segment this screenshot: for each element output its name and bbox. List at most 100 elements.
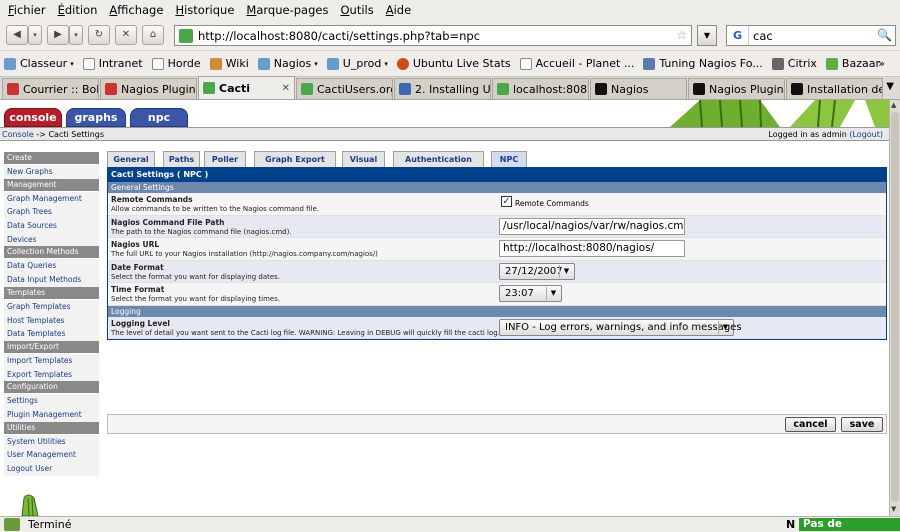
bookmark-tuning-nagios[interactable]: Tuning Nagios Fo...	[643, 57, 763, 70]
sidebar-item-user-management[interactable]: User Management	[4, 448, 99, 462]
browser-tab-active[interactable]: Cacti ✕	[198, 76, 295, 99]
forward-button[interactable]: ▶	[47, 24, 69, 45]
bookmark-ubuntu-live-stats[interactable]: Ubuntu Live Stats	[396, 57, 511, 70]
browser-tab[interactable]: CactiUsers.org	[296, 78, 393, 99]
sidebar-header-import-export: Import/Export	[4, 340, 99, 353]
browser-tab[interactable]: Installation de...	[786, 78, 883, 99]
cacti-sidebar: Create New Graphs Management Graph Manag…	[4, 152, 99, 476]
sidebar-item-graph-management[interactable]: Graph Management	[4, 191, 99, 206]
back-button[interactable]: ◀	[6, 24, 28, 45]
url-bar[interactable]: http://localhost:8080/cacti/settings.php…	[174, 25, 692, 46]
sidebar-item-import-templates[interactable]: Import Templates	[4, 353, 99, 368]
tab-graph-export[interactable]: Graph Export	[254, 151, 336, 167]
bookmark-accueil-planet[interactable]: Accueil - Planet ...	[519, 57, 634, 70]
bookmark-wiki[interactable]: Wiki	[209, 57, 249, 70]
bookmark-horde[interactable]: Horde	[151, 57, 201, 70]
menu-affichage[interactable]: Affichage	[109, 3, 163, 17]
section-general-settings: General Settings	[108, 182, 886, 193]
menu-aide[interactable]: Aide	[386, 3, 411, 17]
mail-icon	[82, 57, 95, 70]
logout-link[interactable]: (Logout)	[849, 130, 883, 139]
sidebar-item-data-templates[interactable]: Data Templates	[4, 327, 99, 341]
sidebar-item-new-graphs[interactable]: New Graphs	[4, 165, 99, 179]
browser-tab[interactable]: Courrier :: Bolt...	[2, 78, 99, 99]
close-tab-icon[interactable]: ✕	[282, 83, 290, 94]
bookmark-star-icon[interactable]: ☆	[676, 28, 687, 42]
reload-button[interactable]: ↻	[88, 24, 110, 45]
bookmark-u-prod[interactable]: U_prod ▾	[326, 57, 388, 70]
logging-level-select[interactable]: INFO - Log errors, warnings, and info me…	[499, 318, 742, 336]
browser-tab[interactable]: Nagios Plugin ...	[100, 78, 197, 99]
remote-commands-checkbox[interactable]: ✓	[501, 196, 512, 207]
bookmark-classeur[interactable]: Classeur ▾	[4, 57, 74, 70]
panel-title: Cacti Settings ( NPC )	[108, 168, 886, 182]
breadcrumb-console-link[interactable]: Console	[2, 130, 34, 139]
more-bookmarks-button[interactable]: »	[878, 57, 885, 70]
tab-poller[interactable]: Poller	[204, 151, 246, 167]
sidebar-item-host-templates[interactable]: Host Templates	[4, 313, 99, 328]
tab-npc-settings[interactable]: NPC	[491, 151, 527, 167]
sidebar-item-data-sources[interactable]: Data Sources	[4, 219, 99, 233]
sidebar-item-plugin-management[interactable]: Plugin Management	[4, 407, 99, 422]
bookmark-bazaar[interactable]: Bazaar	[825, 57, 880, 70]
scrollbar-thumb[interactable]	[891, 112, 899, 502]
home-button[interactable]: ⌂	[142, 24, 164, 45]
menu-fichier[interactable]: Fichier	[8, 3, 46, 17]
scroll-down-icon[interactable]: ▼	[891, 505, 896, 513]
cancel-button[interactable]: cancel	[785, 417, 836, 432]
menu-bar: Fichier Édition Affichage Historique Mar…	[0, 0, 900, 19]
forward-history-dropdown[interactable]: ▾	[69, 24, 83, 45]
chevron-down-icon: ▾	[314, 59, 318, 68]
time-format-select[interactable]: 23:07 ▼	[499, 285, 562, 302]
tab-visual[interactable]: Visual	[342, 151, 385, 167]
date-format-select[interactable]: 27/12/2007 ▼	[499, 262, 575, 280]
tab-authentication[interactable]: Authentication	[393, 151, 484, 167]
navigation-toolbar: ◀ ▾ ▶ ▾ ↻ ✕ ⌂ http://localhost:8080/cact…	[0, 19, 900, 51]
menu-edition[interactable]: Édition	[58, 3, 98, 17]
stop-button[interactable]: ✕	[115, 24, 137, 45]
sidebar-item-system-utilities[interactable]: System Utilities	[4, 434, 99, 449]
search-engine-icon[interactable]: G	[727, 26, 749, 45]
search-box[interactable]: G cac 🔍	[726, 25, 896, 46]
back-history-dropdown[interactable]: ▾	[28, 24, 42, 45]
page-scrollbar[interactable]: ▲ ▼	[889, 100, 900, 516]
remote-commands-checkbox-label[interactable]: Remote Commands	[515, 199, 589, 208]
url-history-dropdown[interactable]: ▼	[697, 25, 717, 46]
tab-paths[interactable]: Paths	[163, 151, 200, 167]
chevron-down-icon: ▾	[70, 59, 74, 68]
sidebar-item-settings[interactable]: Settings	[4, 394, 99, 408]
browser-tab[interactable]: localhost:808...	[492, 78, 589, 99]
sidebar-item-devices[interactable]: Devices	[4, 232, 99, 247]
sidebar-item-export-templates[interactable]: Export Templates	[4, 367, 99, 382]
menu-outils[interactable]: Outils	[340, 3, 373, 17]
sidebar-item-logout-user[interactable]: Logout User	[4, 462, 99, 476]
back-arrow-icon: ◀	[13, 29, 21, 40]
browser-tab[interactable]: Nagios	[590, 78, 687, 99]
sidebar-item-graph-trees[interactable]: Graph Trees	[4, 205, 99, 220]
save-button[interactable]: save	[841, 417, 883, 432]
nagios-status-badge[interactable]: Pas de problème	[799, 518, 900, 532]
tab-console[interactable]: console	[4, 108, 62, 127]
bookmark-citrix[interactable]: Citrix	[771, 57, 817, 70]
browser-tab[interactable]: 2. Installing U...	[394, 78, 491, 99]
tab-general[interactable]: General	[107, 151, 155, 167]
sidebar-item-graph-templates[interactable]: Graph Templates	[4, 299, 99, 314]
bookmark-nagios[interactable]: Nagios ▾	[257, 57, 318, 70]
nagios-command-file-input[interactable]: /usr/local/nagios/var/rw/nagios.cmd	[499, 217, 685, 235]
search-icon[interactable]: 🔍	[877, 28, 892, 42]
tab-npc[interactable]: npc	[130, 108, 188, 127]
bookmark-intranet[interactable]: Intranet	[82, 57, 143, 70]
scroll-up-icon[interactable]: ▲	[891, 101, 896, 109]
row-time-format: Time Format Select the format you want f…	[108, 283, 886, 306]
sidebar-item-data-input-methods[interactable]: Data Input Methods	[4, 273, 99, 287]
menu-marque-pages[interactable]: Marque-pages	[246, 3, 328, 17]
nagios-url-input[interactable]: http://localhost:8080/nagios/	[499, 240, 685, 257]
search-input[interactable]: cac	[753, 29, 773, 43]
chevron-down-icon: ▾	[74, 30, 78, 39]
browser-tab[interactable]: Nagios Plugin ...	[688, 78, 785, 99]
row-nagios-command-file: Nagios Command File Path The path to the…	[108, 215, 886, 238]
tab-list-dropdown[interactable]: ▼	[886, 81, 894, 92]
tab-graphs[interactable]: graphs	[66, 108, 126, 127]
menu-historique[interactable]: Historique	[175, 3, 234, 17]
sidebar-item-data-queries[interactable]: Data Queries	[4, 259, 99, 274]
